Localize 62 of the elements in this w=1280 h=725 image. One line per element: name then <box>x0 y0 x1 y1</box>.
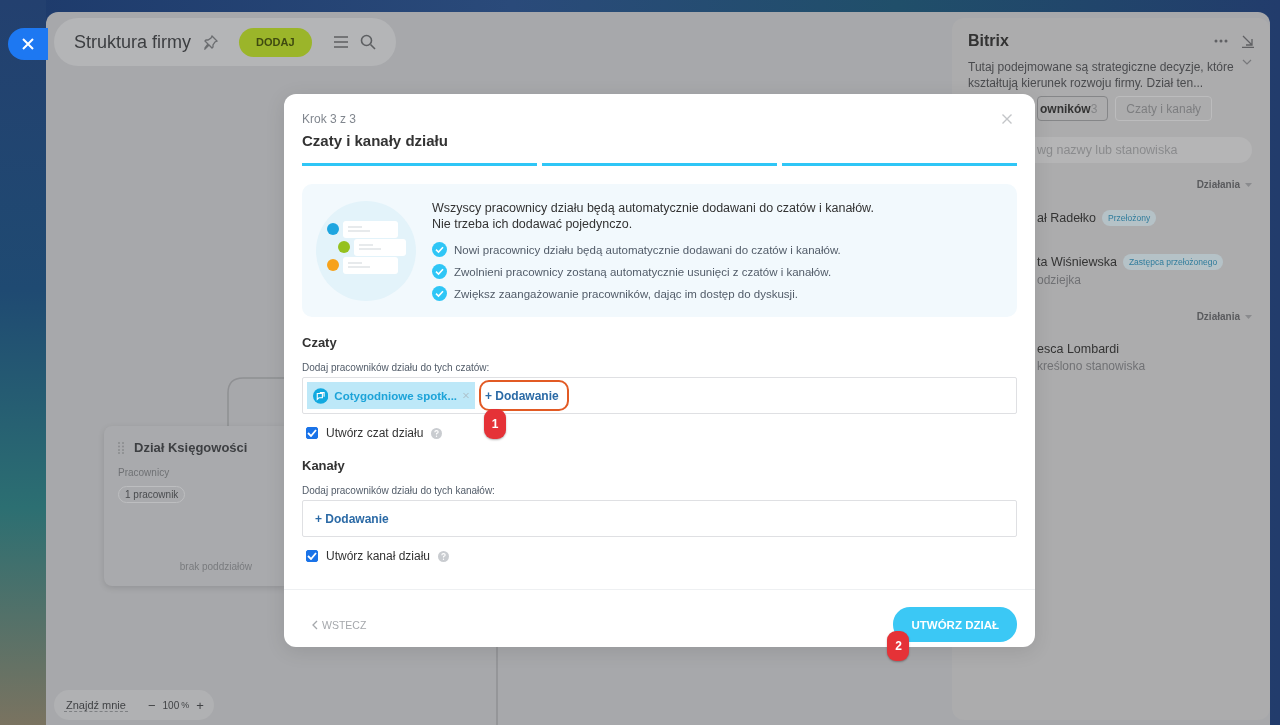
dropdown-arrow-icon <box>1245 182 1252 187</box>
panel-description: Tutaj podejmowane są strategiczne decyzje, które kształtują kierunek rozwoju firmy. Dział ten... <box>968 59 1234 91</box>
member-position: odziejka <box>1037 273 1083 287</box>
zoom-out-button[interactable]: − <box>145 697 158 713</box>
chevron-down-icon[interactable] <box>1242 59 1252 65</box>
dialog-title: Czaty i kanały działu <box>302 132 449 149</box>
search-icon[interactable] <box>359 34 376 50</box>
field-label: Dodaj pracowników działu do tych czatów: <box>302 362 491 373</box>
back-button[interactable]: WSTECZ <box>312 618 367 631</box>
check-circle-icon <box>432 264 447 279</box>
zoom-in-button[interactable]: + <box>194 697 206 713</box>
menu-icon[interactable] <box>333 36 348 48</box>
chevron-left-icon <box>312 619 318 630</box>
add-button[interactable]: DODAJ <box>239 27 312 57</box>
checkbox-label: Utwórz kanał działu <box>326 549 431 563</box>
page-title: Struktura firmy <box>74 31 192 53</box>
help-icon[interactable] <box>431 427 443 439</box>
actions-dropdown[interactable]: Działania <box>1196 179 1252 190</box>
checkbox-label: Utwórz czat działu <box>326 426 424 440</box>
employees-label: Pracownicy <box>118 467 170 478</box>
connector-line <box>227 377 287 427</box>
check-circle-icon <box>432 242 447 257</box>
collapse-icon[interactable] <box>1242 34 1254 48</box>
info-headline: Wszyscy pracownicy działu będą automatycznie dodawani do czatów i kanałów. Nie trzeba ich dodawać pojedynczo. <box>432 200 874 232</box>
selector-field[interactable]: Cotygodniowe spotk... + Dodawanie <box>302 377 1017 414</box>
close-icon <box>22 38 34 50</box>
more-icon[interactable] <box>1214 39 1228 43</box>
find-me-link[interactable]: Znajdź mnie <box>64 698 128 712</box>
check-circle-icon <box>432 286 447 301</box>
chat-icon <box>313 386 329 405</box>
role-badge: Zastępca przełożonego <box>1122 254 1224 270</box>
add-link[interactable]: + Dodawanie <box>307 503 397 534</box>
panel-tab[interactable]: owników3 <box>1037 96 1109 121</box>
role-badge: Przełożony <box>1102 210 1157 226</box>
selector-field[interactable]: + Dodawanie <box>302 500 1017 537</box>
checkbox[interactable] <box>306 427 318 439</box>
zoom-unit: % <box>181 700 190 710</box>
close-button[interactable] <box>8 28 48 60</box>
member-name[interactable]: ał Radełko <box>1037 211 1097 225</box>
pin-icon[interactable] <box>203 34 220 50</box>
actions-dropdown[interactable]: Działania <box>1196 311 1252 322</box>
close-icon[interactable] <box>1002 114 1012 124</box>
info-point: Zwiększ zaangażowanie pracowników, dając im dostęp do dyskusji. <box>454 287 798 300</box>
info-point: Zwolnieni pracownicy zostaną automatycznie usunięci z czatów i kanałów. <box>454 265 832 278</box>
help-icon[interactable] <box>438 550 450 562</box>
zoom-value: 100 <box>162 699 180 711</box>
department-title: Dział Księgowości <box>134 440 248 455</box>
member-name[interactable]: ta Wiśniewska <box>1037 255 1117 269</box>
step-counter: Krok 3 z 3 <box>302 112 357 126</box>
drag-handle-icon[interactable] <box>118 441 124 454</box>
panel-title: Bitrix <box>968 32 1010 50</box>
member-position: kreślono stanowiska <box>1037 359 1147 373</box>
member-name[interactable]: esca Lombardi <box>1037 342 1119 356</box>
remove-icon[interactable] <box>463 392 469 399</box>
section-title: Kanały <box>302 458 346 473</box>
dropdown-arrow-icon <box>1245 314 1252 319</box>
step-marker: 1 <box>484 409 506 439</box>
info-point: Nowi pracownicy działu będą automatycznie dodawani do czatów i kanałów. <box>454 243 841 256</box>
checkbox[interactable] <box>306 550 318 562</box>
section-title: Czaty <box>302 335 338 350</box>
step-marker: 2 <box>887 631 910 661</box>
field-label: Dodaj pracowników działu do tych kanałów: <box>302 485 496 496</box>
